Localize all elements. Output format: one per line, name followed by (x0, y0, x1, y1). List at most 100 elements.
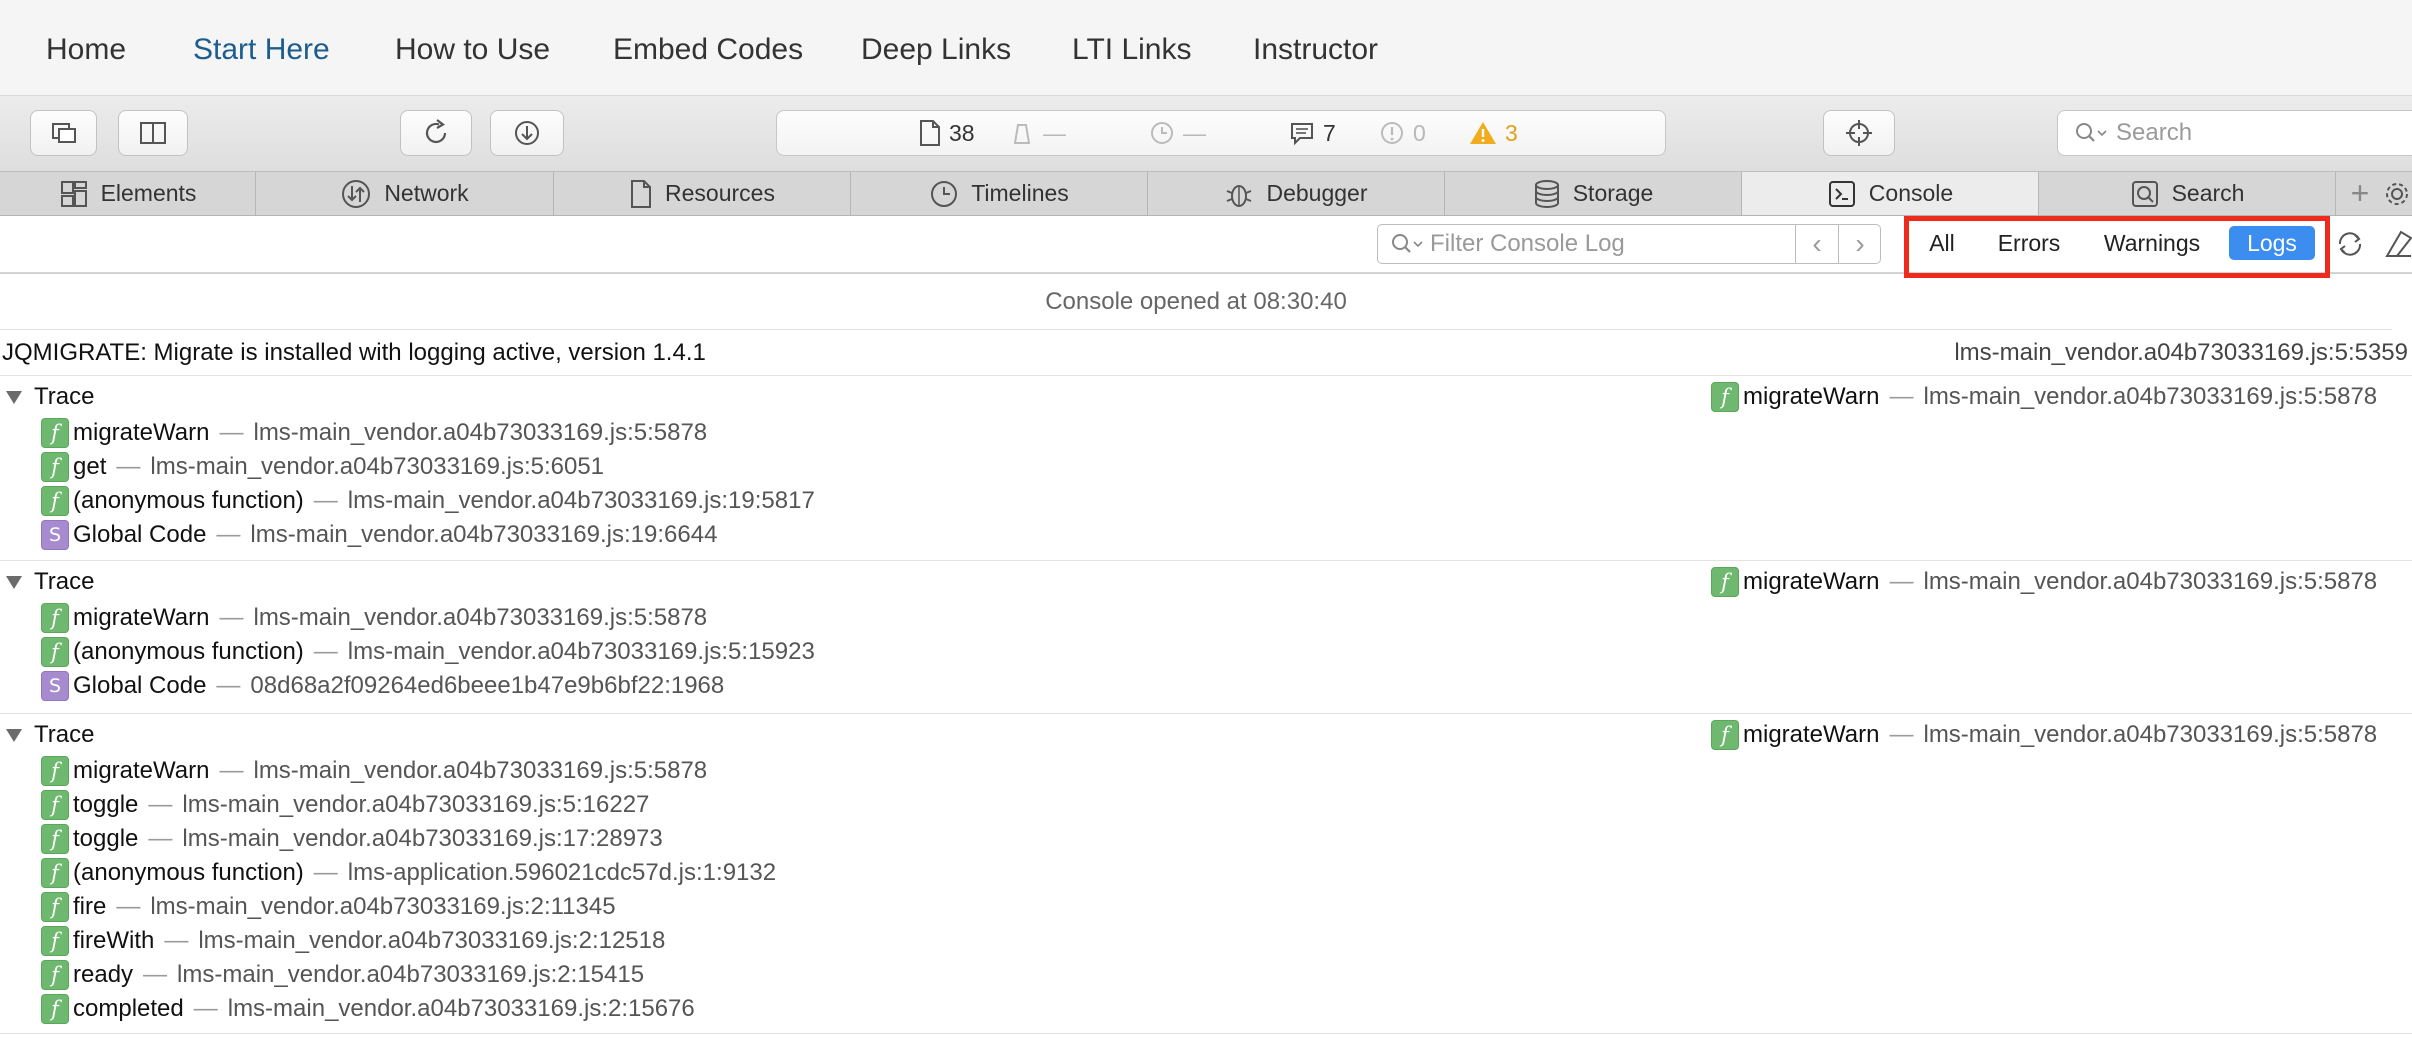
download-button[interactable] (490, 110, 564, 156)
stack-frame[interactable]: f migrateWarn — lms-main_vendor.a04b7303316… (41, 754, 707, 788)
function-icon: f (41, 486, 69, 516)
tab-storage[interactable]: Storage (1445, 172, 1742, 215)
tab-debugger[interactable]: Debugger (1148, 172, 1445, 215)
crosshair-icon (1846, 120, 1872, 146)
stack-frame[interactable]: f (anonymous function) — lms-application.59… (41, 856, 776, 890)
stack-frame[interactable]: f ready — lms-main_vendor.a04b73033169.js:2… (41, 958, 644, 992)
tab-timelines[interactable]: Timelines (851, 172, 1148, 215)
filter-navigation: ‹ › (1795, 224, 1881, 264)
stack-frame[interactable]: f get — lms-main_vendor.a04b73033169.js:5:6… (41, 450, 604, 484)
function-icon: f (41, 892, 69, 922)
scope-all[interactable]: All (1920, 226, 1964, 260)
message-source-link[interactable]: lms-main_vendor.a04b73033169.js:5:5359 (1954, 339, 2408, 367)
function-icon: f (41, 637, 69, 667)
function-icon: f (41, 926, 69, 956)
reload-button[interactable] (400, 110, 472, 156)
stack-frame[interactable]: f toggle — lms-main_vendor.a04b73033169.js:… (41, 788, 649, 822)
stack-frame[interactable]: S Global Code —08d68a2f09264ed6beee1b47e9b… (41, 669, 724, 703)
split-view-button[interactable] (118, 110, 188, 156)
element-picker-button[interactable] (1823, 110, 1895, 156)
inspector-toolbar: 38 — — 7 0 3 (0, 96, 2412, 172)
split-view-icon (140, 122, 166, 144)
function-icon: f (41, 824, 69, 854)
stack-frame[interactable]: f (anonymous function) — lms-main_vendor.a0… (41, 635, 815, 669)
stack-frame[interactable]: f fire — lms-main_vendor.a04b73033169.js:2:… (41, 890, 616, 924)
tab-search[interactable]: Search (2039, 172, 2336, 215)
trace-header[interactable]: Trace (0, 567, 94, 597)
function-icon: f (1711, 567, 1739, 597)
filter-search-icon (1392, 234, 1423, 253)
gear-icon (2386, 182, 2408, 205)
scope-logs[interactable]: Logs (2229, 226, 2315, 260)
stack-frame[interactable]: f fireWith — lms-main_vendor.a04b73033169.j… (41, 924, 665, 958)
toolbar-search-input[interactable] (2116, 119, 2376, 147)
nav-link-home[interactable]: Home (46, 33, 126, 67)
weight-icon (1013, 124, 1031, 144)
speech-bubble-icon (1291, 123, 1313, 146)
search-icon (2076, 123, 2107, 142)
trace-source-link[interactable]: f migrateWarn — lms-main_vendor.a04b7303316… (1711, 567, 2377, 597)
message-text: JQMIGRATE: Migrate is installed with log… (2, 339, 706, 366)
console-message: JQMIGRATE: Migrate is installed with log… (0, 330, 2412, 376)
logs-count: 7 (1289, 111, 1336, 155)
scope-errors[interactable]: Errors (1988, 226, 2070, 260)
stack-frame[interactable]: f migrateWarn — lms-main_vendor.a04b7303316… (41, 601, 707, 635)
detach-window-button[interactable] (30, 110, 97, 156)
tab-resources[interactable]: Resources (554, 172, 851, 215)
trace-group: Trace f migrateWarn — lms-main_vendor.a04b7… (0, 376, 2412, 561)
function-icon: f (1711, 720, 1739, 750)
nav-link-lti-links[interactable]: LTI Links (1072, 33, 1192, 67)
clear-log-icon[interactable] (2383, 228, 2412, 260)
trace-header[interactable]: Trace (0, 720, 94, 750)
clock-icon (931, 180, 958, 207)
tab-elements[interactable]: Elements (0, 172, 256, 215)
trace-header[interactable]: Trace (0, 382, 94, 412)
stack-frame[interactable]: S Global Code — lms-main_vendor.a04b7303316… (41, 518, 717, 552)
console-icon (1828, 180, 1855, 207)
reload-icon (425, 119, 447, 144)
errors-count: 0 (1379, 111, 1426, 155)
settings-tab[interactable] (2382, 172, 2412, 215)
stack-frame[interactable]: f migrateWarn — lms-main_vendor.a04b7303316… (41, 416, 707, 450)
scope-warnings[interactable]: Warnings (2094, 226, 2210, 260)
nav-link-embed-codes[interactable]: Embed Codes (613, 33, 803, 67)
filter-console-input[interactable] (1430, 230, 1770, 258)
function-icon: f (41, 756, 69, 786)
resources-count: 38 (919, 111, 975, 155)
function-icon: f (41, 858, 69, 888)
nav-link-start-here[interactable]: Start Here (193, 33, 330, 67)
trace-group: Trace f migrateWarn — lms-main_vendor.a04b7… (0, 561, 2412, 714)
inspector-tab-bar: Elements Network Resources Timelines Deb… (0, 172, 2412, 216)
function-icon: f (41, 452, 69, 482)
previous-match-button[interactable]: ‹ (1795, 224, 1838, 264)
tab-network[interactable]: Network (256, 172, 554, 215)
network-icon (342, 179, 371, 208)
nav-link-how-to-use[interactable]: How to Use (395, 33, 550, 67)
error-icon (1381, 122, 1403, 144)
next-match-button[interactable]: › (1838, 224, 1881, 264)
site-nav: Home Start Here How to Use Embed Codes D… (0, 0, 2412, 96)
trace-source-link[interactable]: f migrateWarn — lms-main_vendor.a04b7303316… (1711, 382, 2377, 412)
detach-window-icon (51, 123, 76, 143)
document-icon (631, 179, 652, 208)
document-icon (920, 120, 940, 146)
function-icon: f (41, 994, 69, 1024)
new-tab-button[interactable]: + (2340, 172, 2380, 215)
tab-console[interactable]: Console (1742, 172, 2039, 215)
download-icon (515, 121, 539, 145)
warning-icon (1470, 122, 1496, 144)
stack-frame[interactable]: f toggle — lms-main_vendor.a04b73033169.js:… (41, 822, 663, 856)
stack-frame[interactable]: f completed — lms-main_vendor.a04b73033169.… (41, 992, 695, 1026)
toolbar-search-field[interactable] (2057, 110, 2412, 156)
nav-link-instructor[interactable]: Instructor (1253, 33, 1378, 67)
script-icon: S (41, 671, 69, 701)
nav-link-deep-links[interactable]: Deep Links (861, 33, 1011, 67)
trace-group: Trace f migrateWarn — lms-main_vendor.a04b7… (0, 714, 2412, 1034)
search-icon (2131, 180, 2158, 207)
trace-source-link[interactable]: f migrateWarn — lms-main_vendor.a04b7303316… (1711, 720, 2377, 750)
script-icon: S (41, 520, 69, 550)
warnings-count: 3 (1469, 111, 1518, 155)
preserve-log-icon[interactable] (2334, 228, 2366, 260)
dashboard-status[interactable]: 38 — — 7 0 3 (776, 110, 1666, 156)
stack-frame[interactable]: f (anonymous function) — lms-main_vendor.a0… (41, 484, 815, 518)
